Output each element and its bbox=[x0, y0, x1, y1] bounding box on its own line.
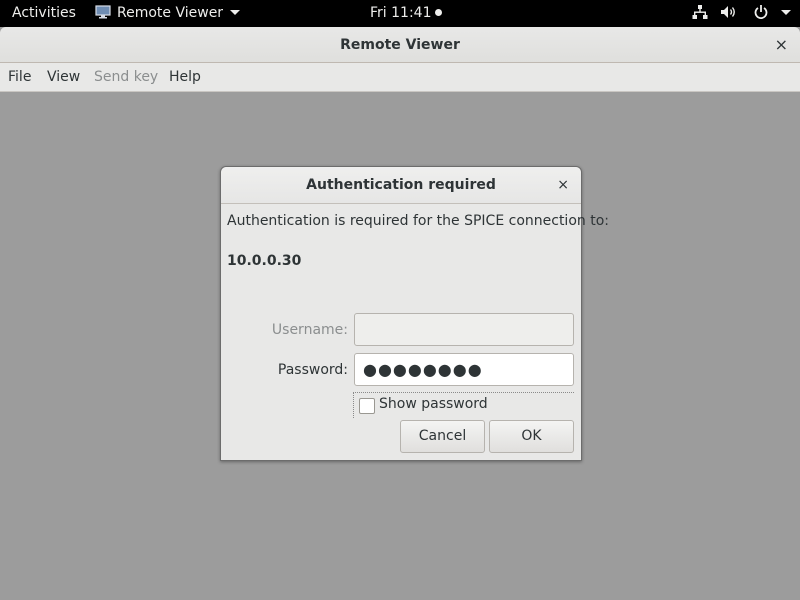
notification-dot-icon bbox=[435, 8, 443, 16]
show-password-label[interactable]: Show password bbox=[379, 396, 488, 412]
app-menu[interactable]: Remote Viewer bbox=[95, 0, 241, 27]
clock-label: Fri 11:41 bbox=[370, 5, 432, 21]
network-icon bbox=[692, 5, 708, 19]
window-titlebar[interactable]: Remote Viewer × bbox=[0, 27, 800, 63]
auth-message: Authentication is required for the SPICE… bbox=[227, 213, 609, 229]
monitor-icon bbox=[95, 5, 111, 19]
username-label: Username: bbox=[271, 322, 348, 338]
dialog-header[interactable]: Authentication required × bbox=[221, 167, 581, 204]
chevron-down-icon bbox=[230, 9, 241, 15]
chevron-down-icon bbox=[781, 9, 792, 15]
window-close-button[interactable]: × bbox=[775, 27, 788, 63]
password-label: Password: bbox=[277, 362, 348, 378]
top-bar: Activities Remote Viewer Fri 11:41 bbox=[0, 0, 800, 27]
show-password-row[interactable]: Show password bbox=[353, 392, 574, 418]
show-password-checkbox[interactable] bbox=[359, 398, 375, 414]
menu-help[interactable]: Help bbox=[169, 63, 201, 91]
cancel-button[interactable]: Cancel bbox=[400, 420, 485, 453]
menu-send-key[interactable]: Send key bbox=[94, 63, 158, 91]
app-menu-label: Remote Viewer bbox=[117, 5, 224, 21]
dialog-title: Authentication required bbox=[306, 177, 496, 193]
ok-button[interactable]: OK bbox=[489, 420, 574, 453]
system-menu[interactable] bbox=[692, 0, 792, 27]
clock[interactable]: Fri 11:41 bbox=[370, 0, 443, 27]
host-address: 10.0.0.30 bbox=[227, 253, 302, 269]
menu-file[interactable]: File bbox=[8, 63, 31, 91]
dialog-close-button[interactable]: × bbox=[557, 167, 569, 204]
password-field[interactable] bbox=[354, 353, 574, 386]
auth-dialog: Authentication required × Authentication… bbox=[220, 166, 609, 461]
volume-icon bbox=[721, 6, 736, 18]
window-title: Remote Viewer bbox=[340, 37, 460, 53]
power-icon bbox=[754, 5, 768, 19]
menubar: File View Send key Help bbox=[0, 63, 800, 92]
activities-button[interactable]: Activities bbox=[12, 0, 76, 27]
username-field[interactable] bbox=[354, 313, 574, 346]
menu-view[interactable]: View bbox=[47, 63, 80, 91]
